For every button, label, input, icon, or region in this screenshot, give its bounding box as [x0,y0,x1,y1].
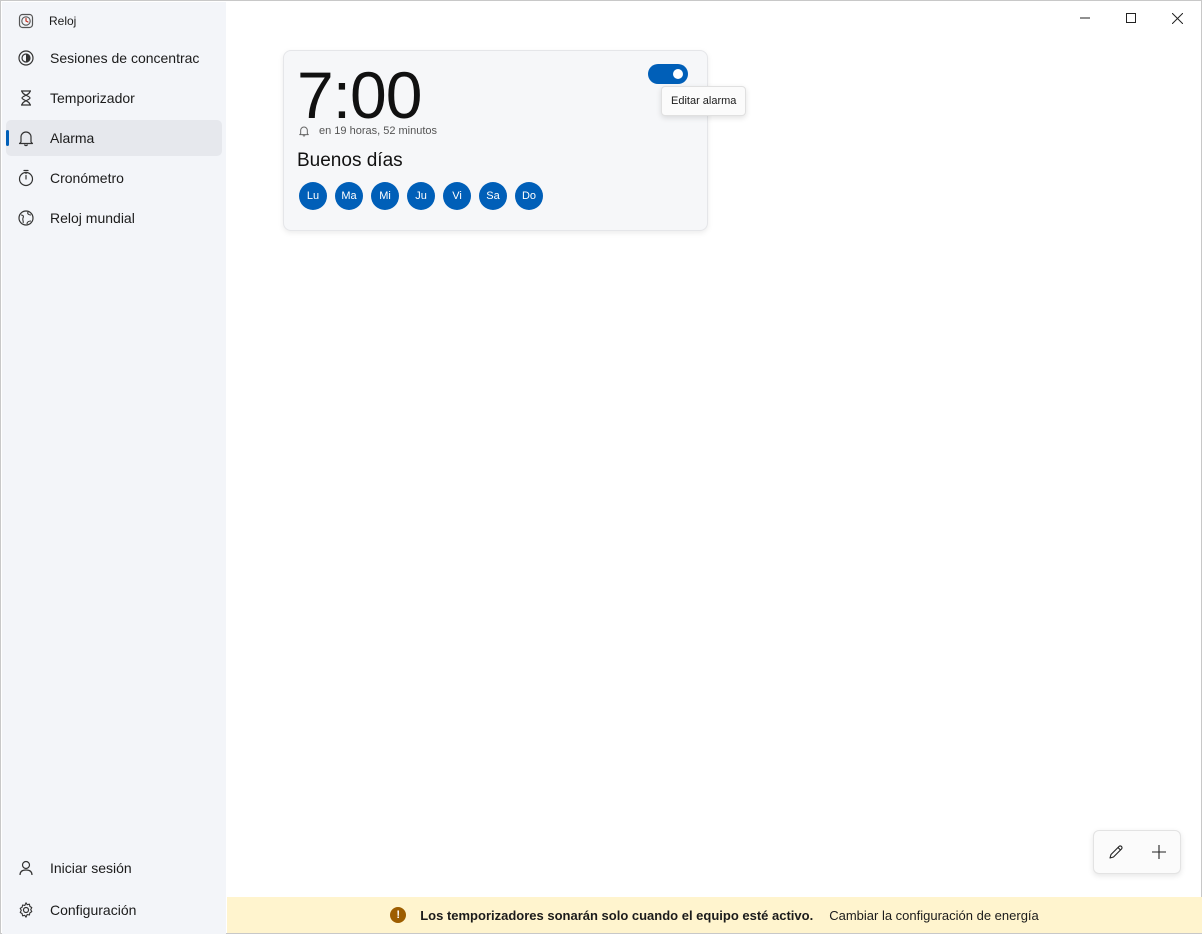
window-controls [1062,2,1200,34]
sidebar-item-label: Configuración [50,902,137,918]
tooltip: Editar alarma [661,86,747,116]
sidebar-item-sign-in[interactable]: Iniciar sesión [6,850,222,886]
alarm-toggle[interactable] [648,64,688,84]
nav-main: Sesiones de concentración Temporizador A… [6,40,222,240]
alarm-time: 7:00 [297,58,422,132]
day-badge: Sa [479,182,507,210]
plus-icon [1151,845,1166,859]
sidebar-item-label: Iniciar sesión [50,860,132,876]
warning-icon: ! [390,907,407,923]
pencil-icon [1108,845,1123,859]
app-window: Reloj Sesiones de concentración Temporiz… [0,0,1202,934]
alarm-name: Buenos días [297,150,403,171]
maximize-button[interactable] [1108,2,1154,34]
sidebar-item-label: Reloj mundial [50,210,135,226]
sidebar-item-label: Cronómetro [50,170,124,186]
nav-bottom: Iniciar sesión Configuración [6,850,222,934]
gear-icon [17,901,35,919]
sidebar-item-stopwatch[interactable]: Cronómetro [6,160,222,196]
day-badge: Do [515,182,543,210]
day-badge: Lu [299,182,327,210]
globe-icon [17,209,35,227]
info-bar: ! Los temporizadores sonarán solo cuando… [227,897,1202,933]
close-icon [1171,12,1183,24]
hourglass-icon [17,89,35,107]
alarm-days: Lu Ma Mi Ju Vi Sa Do [299,182,551,210]
day-badge: Vi [443,182,471,210]
app-title: Reloj [49,14,77,28]
app-title-bar: Reloj [17,10,76,32]
minimize-button[interactable] [1062,2,1108,34]
sidebar-item-label: Temporizador [50,90,135,106]
edit-alarms-button[interactable] [1098,834,1134,870]
maximize-icon [1126,13,1136,23]
sidebar-item-settings[interactable]: Configuración [6,892,222,928]
sidebar-item-timer[interactable]: Temporizador [6,80,222,116]
sidebar-item-label: Sesiones de concentración [50,50,200,66]
bell-icon [298,125,310,137]
clock-app-icon [17,12,35,30]
sidebar-item-label: Alarma [50,130,95,146]
bell-icon [17,129,35,147]
person-icon [17,859,35,877]
sidebar: Reloj Sesiones de concentración Temporiz… [2,2,226,934]
info-bar-message: Los temporizadores sonarán solo cuando e… [420,907,814,923]
day-badge: Ma [335,182,363,210]
add-alarm-button[interactable] [1141,834,1177,870]
alarm-remaining: en 19 horas, 52 minutos [298,125,437,137]
minimize-icon [1080,17,1090,19]
sidebar-item-focus-sessions[interactable]: Sesiones de concentración [6,40,222,76]
day-badge: Mi [371,182,399,210]
toggle-knob [673,69,683,79]
power-settings-link[interactable]: Cambiar la configuración de energía [829,908,1039,923]
alarm-remaining-text: en 19 horas, 52 minutos [319,125,438,137]
day-badge: Ju [407,182,435,210]
alarm-actions [1093,830,1181,874]
alarm-card[interactable]: 7:00 en 19 horas, 52 minutos Buenos días… [283,50,708,231]
focus-icon [17,49,35,67]
close-button[interactable] [1154,2,1200,34]
sidebar-item-world-clock[interactable]: Reloj mundial [6,200,222,236]
stopwatch-icon [17,169,35,187]
sidebar-item-alarm[interactable]: Alarma [6,120,222,156]
